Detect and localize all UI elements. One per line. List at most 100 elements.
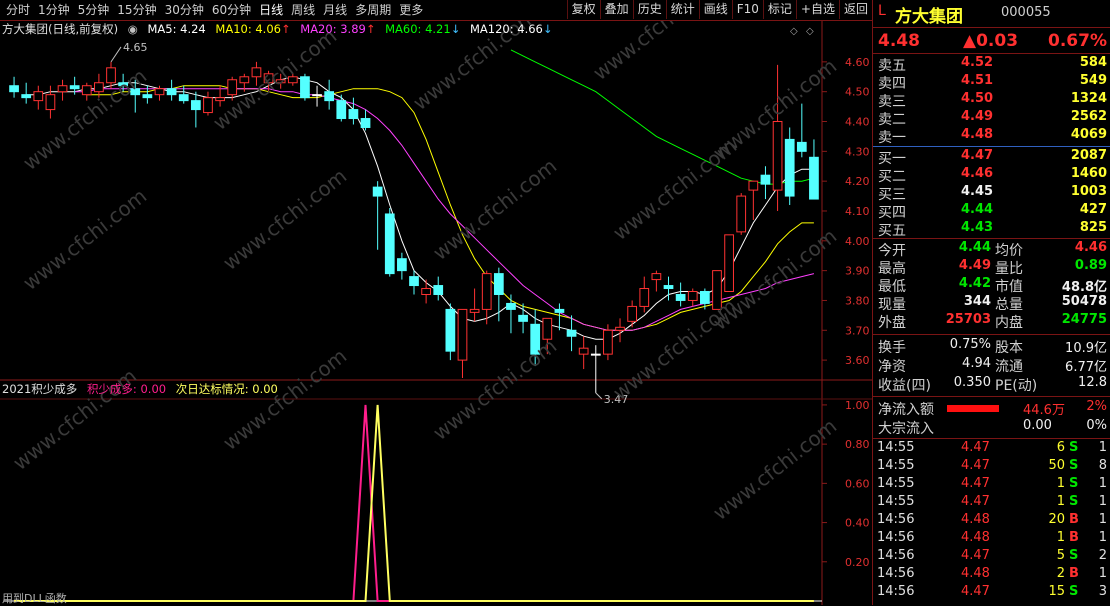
candle-body-up[interactable] — [421, 288, 431, 295]
y-tick-label: 3.80 — [845, 294, 870, 307]
y-tick-label: 4.10 — [845, 205, 870, 218]
toolbar-button-6[interactable]: 标记 — [762, 0, 796, 19]
ask-price[interactable]: 4.48 — [961, 127, 993, 142]
candle-body-down[interactable] — [784, 138, 795, 197]
candle-body-down[interactable] — [397, 258, 407, 272]
period-tab-0[interactable]: 分时 — [2, 2, 34, 18]
candle-body-up[interactable] — [215, 97, 225, 102]
candle-body-up[interactable] — [227, 79, 238, 96]
candle-body-down[interactable] — [324, 91, 335, 102]
candle-body-up[interactable] — [724, 234, 734, 293]
period-tab-3[interactable]: 15分钟 — [113, 2, 160, 18]
stock-name[interactable]: 方大集团 — [895, 2, 963, 27]
toolbar-button-1[interactable]: 叠加 — [599, 0, 633, 19]
candle-body-down[interactable] — [433, 285, 444, 295]
settings-icon[interactable]: ◉ — [128, 22, 138, 36]
candle-body-up[interactable] — [651, 273, 662, 281]
candle-body-up[interactable] — [203, 97, 213, 114]
bid-price[interactable]: 4.43 — [961, 220, 993, 235]
toolbar-button-8[interactable]: 返回 — [838, 0, 872, 19]
candle-body-down[interactable] — [518, 314, 528, 322]
candle-body-up[interactable] — [57, 85, 68, 93]
candle-body-down[interactable] — [372, 186, 383, 197]
candle-body-down[interactable] — [21, 94, 32, 99]
ask-price[interactable]: 4.49 — [961, 109, 993, 124]
bid-price[interactable]: 4.44 — [961, 202, 993, 217]
stat-value: 344 — [963, 294, 991, 309]
diamond-icon[interactable]: ◇ — [790, 26, 798, 37]
candle-body-up[interactable] — [239, 76, 250, 84]
candle-body-down[interactable] — [445, 308, 456, 352]
kline-chart-area[interactable]: ◇ ◇ 4.60 4.50 4.40 4.30 4.20 4.10 4.00 3.90 3.80 3.… — [0, 21, 872, 605]
candle-body-down[interactable] — [409, 276, 419, 287]
ask-price[interactable]: 4.51 — [961, 73, 993, 88]
period-tab-9[interactable]: 多周期 — [351, 2, 395, 18]
bid-price[interactable]: 4.46 — [961, 166, 993, 181]
candle-body-up[interactable] — [457, 308, 468, 361]
candle-body-up[interactable] — [154, 88, 165, 96]
candle-body-down[interactable] — [312, 94, 322, 97]
toolbar-button-5[interactable]: F10 — [731, 0, 763, 19]
block-flow-pct: 0% — [1086, 418, 1107, 433]
toolbar-button-4[interactable]: 画线 — [698, 0, 732, 19]
bid-price[interactable]: 4.47 — [961, 148, 993, 163]
period-tab-2[interactable]: 5分钟 — [74, 2, 114, 18]
toolbar-button-0[interactable]: 复权 — [566, 0, 600, 19]
candle-body-up[interactable] — [45, 94, 56, 111]
candle-body-up[interactable] — [578, 347, 589, 355]
tick-count: 1 — [1098, 494, 1107, 509]
candle-body-down[interactable] — [590, 353, 601, 356]
period-tab-10[interactable]: 更多 — [395, 2, 427, 18]
tick-time: 14:55 — [877, 494, 915, 509]
candle-body-down[interactable] — [190, 100, 201, 111]
candle-body-down[interactable] — [675, 293, 686, 301]
toolbar-button-2[interactable]: 历史 — [632, 0, 666, 19]
candle-body-down[interactable] — [9, 85, 19, 93]
candle-body-up[interactable] — [81, 85, 92, 96]
candle-body-down[interactable] — [178, 94, 189, 102]
toolbar-button-3[interactable]: 统计 — [665, 0, 699, 19]
period-tab-6[interactable]: 日线 — [255, 2, 287, 18]
candle-body-down[interactable] — [142, 94, 153, 99]
toolbar-button-7[interactable]: +自选 — [795, 0, 839, 19]
candle-body-down[interactable] — [336, 100, 347, 120]
candle-body-down[interactable] — [166, 88, 177, 96]
period-tab-4[interactable]: 30分钟 — [161, 2, 208, 18]
candle-body-down[interactable] — [663, 285, 674, 290]
period-tab-7[interactable]: 周线 — [287, 2, 319, 18]
candle-body-up[interactable] — [615, 326, 625, 331]
candle-body-down[interactable] — [493, 273, 504, 295]
candle-body-down[interactable] — [809, 156, 819, 200]
candle-body-down[interactable] — [360, 118, 371, 128]
candle-body-up[interactable] — [469, 308, 480, 313]
diamond-icon[interactable]: ◇ — [806, 26, 814, 37]
candle-body-down[interactable] — [796, 141, 807, 152]
bid-price[interactable]: 4.45 — [961, 184, 993, 199]
candle-body-down[interactable] — [506, 302, 516, 310]
candle-body-down[interactable] — [69, 85, 80, 90]
candle-body-down[interactable] — [554, 308, 565, 313]
candle-body-up[interactable] — [772, 121, 783, 191]
period-tab-1[interactable]: 1分钟 — [34, 2, 74, 18]
candle-body-down[interactable] — [566, 329, 577, 337]
tick-volume: 1 — [1056, 530, 1065, 545]
candle-body-down[interactable] — [384, 213, 395, 275]
candle-body-down[interactable] — [348, 109, 359, 120]
candle-body-down[interactable] — [760, 174, 771, 185]
candle-body-down[interactable] — [300, 76, 310, 99]
candle-body-up[interactable] — [736, 195, 747, 233]
candle-body-up[interactable] — [627, 305, 638, 322]
ask-price[interactable]: 4.52 — [961, 55, 993, 70]
ask-price[interactable]: 4.50 — [961, 91, 993, 106]
period-tab-8[interactable]: 月线 — [319, 2, 351, 18]
period-tab-5[interactable]: 60分钟 — [208, 2, 255, 18]
candle-body-up[interactable] — [481, 273, 492, 310]
candle-body-up[interactable] — [687, 291, 698, 301]
indicator-y-tick-label: 0.80 — [845, 438, 870, 451]
candle-body-up[interactable] — [603, 329, 613, 355]
candle-body-up[interactable] — [639, 288, 650, 307]
indicator-name[interactable]: 2021积少成多 — [2, 382, 77, 396]
candle-body-down[interactable] — [700, 291, 710, 304]
candle-body-up[interactable] — [33, 91, 44, 102]
candle-body-up[interactable] — [748, 180, 759, 191]
